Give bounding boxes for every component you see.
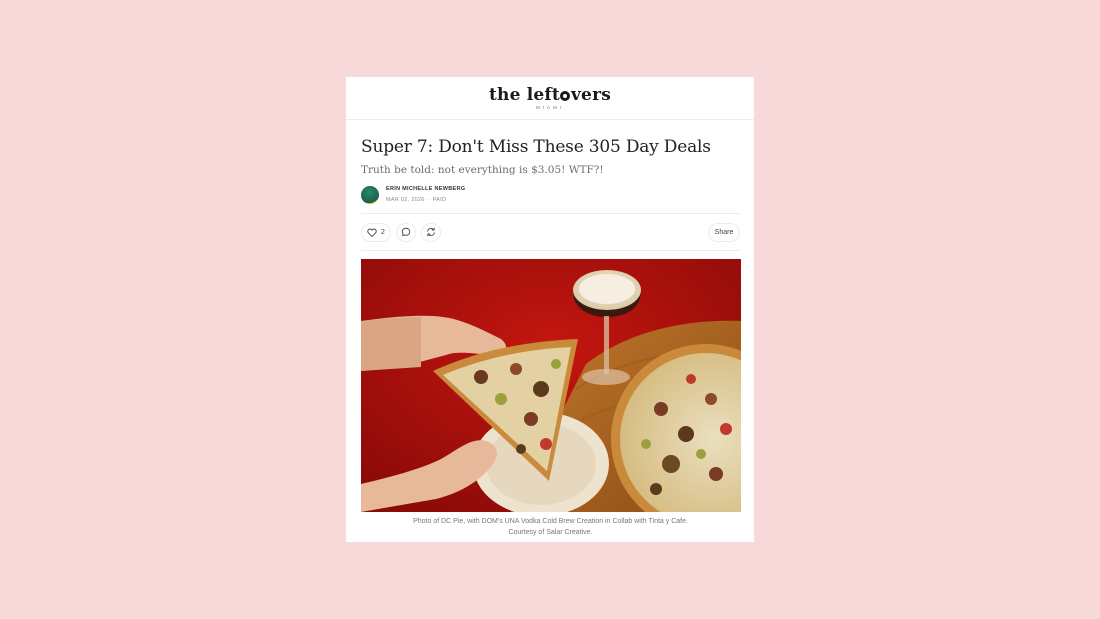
restack-button[interactable] [421, 222, 441, 242]
logo-o-mark-icon [560, 91, 571, 101]
logo-subtitle: MIAMI [536, 105, 564, 110]
masthead: the left vers MIAMI [346, 77, 754, 120]
author-avatar[interactable] [361, 185, 379, 204]
meta-separator: ∙ [427, 197, 430, 203]
logo-text-end: vers [570, 85, 612, 105]
comment-icon [401, 227, 411, 237]
heart-icon [367, 228, 377, 237]
like-button[interactable]: 2 [361, 222, 391, 242]
post-card: the left vers MIAMI Super 7: Don't Miss T… [346, 77, 754, 542]
logo-text-start: the left [488, 85, 560, 105]
comment-button[interactable] [396, 222, 416, 242]
byline: ERIN MICHELLE NEWBERG MAR 02, 2026 ∙ PAID [361, 185, 740, 214]
post-body: Super 7: Don't Miss These 305 Day Deals … [346, 136, 754, 538]
post-date: MAR 02, 2026 [386, 197, 425, 203]
photo-caption: Photo of DC Pie, with DOM's UNA Vodka Co… [413, 518, 688, 536]
share-button[interactable]: Share [708, 222, 740, 242]
post-meta: MAR 02, 2026 ∙ PAID [386, 196, 465, 204]
post-photo[interactable] [361, 259, 741, 512]
publication-logo[interactable]: the left vers [489, 86, 611, 104]
author-name[interactable]: ERIN MICHELLE NEWBERG [386, 185, 465, 193]
restack-icon [427, 227, 435, 237]
post-title: Super 7: Don't Miss These 305 Day Deals [361, 137, 711, 157]
like-count: 2 [381, 228, 385, 236]
post-actions: 2 Share [361, 214, 740, 251]
post-subtitle: Truth be told: not everything is $3.05! … [361, 164, 604, 176]
access-label: PAID [432, 197, 447, 203]
byline-text: ERIN MICHELLE NEWBERG MAR 02, 2026 ∙ PAID [386, 185, 465, 204]
